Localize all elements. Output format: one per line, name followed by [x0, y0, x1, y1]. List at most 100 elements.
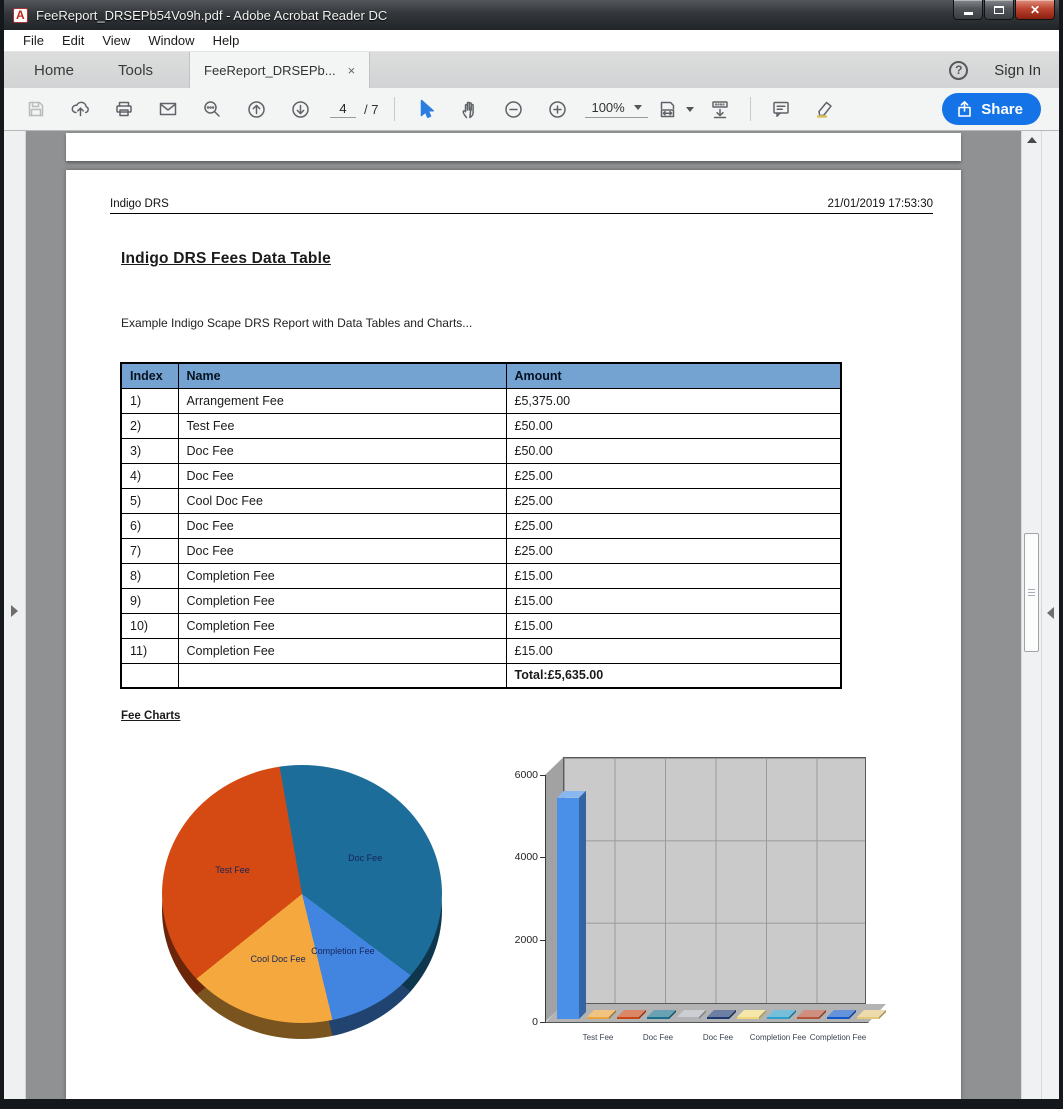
- y-axis-tick: [540, 775, 546, 776]
- bar-front-face: [617, 1017, 639, 1019]
- cell-amount: £15.00: [506, 563, 841, 588]
- scrollbar-thumb[interactable]: [1024, 533, 1039, 652]
- title-bar[interactable]: FeeReport_DRSEPb54Vo9h.pdf - Adobe Acrob…: [4, 0, 1059, 30]
- tab-document[interactable]: FeeReport_DRSEPb... ×: [189, 52, 370, 88]
- help-icon[interactable]: ?: [949, 61, 968, 80]
- save-icon: [26, 99, 46, 119]
- pdf-header-left: Indigo DRS: [110, 198, 169, 210]
- highlight-icon: [814, 99, 835, 120]
- maximize-button[interactable]: [984, 0, 1014, 20]
- cell-index: 8): [121, 563, 178, 588]
- search-button[interactable]: [190, 92, 234, 126]
- toolbar: 4 / 7 100%: [4, 88, 1059, 131]
- print-button[interactable]: [102, 92, 146, 126]
- scroll-up-icon[interactable]: [1022, 131, 1041, 148]
- table-header-row: Index Name Amount: [121, 363, 841, 388]
- table-total-row: Total:£5,635.00: [121, 663, 841, 688]
- upload-cloud-icon: [70, 99, 91, 119]
- minimize-icon: [964, 12, 973, 15]
- cell-name: Test Fee: [178, 413, 506, 438]
- table-row: 4)Doc Fee£25.00: [121, 463, 841, 488]
- reading-mode-button[interactable]: [698, 92, 742, 126]
- toolbar-divider: [394, 97, 395, 121]
- comment-button[interactable]: [759, 92, 803, 126]
- zoom-level-dropdown[interactable]: 100%: [585, 100, 647, 118]
- select-tool-button[interactable]: [403, 92, 447, 126]
- navigation-pane-strip[interactable]: [4, 131, 26, 1099]
- fee-bar-chart: 0200040006000Test FeeDoc FeeDoc FeeCompl…: [515, 745, 975, 1075]
- window-title: FeeReport_DRSEPb54Vo9h.pdf - Adobe Acrob…: [36, 8, 387, 23]
- cell-index: 10): [121, 613, 178, 638]
- y-axis-tick: [540, 940, 546, 941]
- hand-tool-button[interactable]: [447, 92, 491, 126]
- table-row: 9)Completion Fee£15.00: [121, 588, 841, 613]
- cell-amount: £25.00: [506, 513, 841, 538]
- minimize-button[interactable]: [953, 0, 983, 20]
- previous-page-button[interactable]: [234, 92, 278, 126]
- table-row: 10)Completion Fee£15.00: [121, 613, 841, 638]
- upload-cloud-button[interactable]: [58, 92, 102, 126]
- nav-pane-expand-icon[interactable]: [11, 605, 18, 617]
- table-row: 5)Cool Doc Fee£25.00: [121, 488, 841, 513]
- x-axis-tick-label: Doc Fee: [626, 1033, 690, 1043]
- cell-index: 4): [121, 463, 178, 488]
- page-number-input[interactable]: 4: [330, 101, 356, 118]
- y-axis-tick-label: 0: [512, 1016, 538, 1028]
- cell-index: 2): [121, 413, 178, 438]
- menu-edit[interactable]: Edit: [53, 33, 93, 48]
- bar-front-face: [767, 1017, 789, 1019]
- pdf-title: Indigo DRS Fees Data Table: [121, 250, 331, 268]
- cell-index: 3): [121, 438, 178, 463]
- share-button[interactable]: Share: [942, 93, 1041, 125]
- table-total-amount: Total:£5,635.00: [506, 663, 841, 688]
- cell-amount: £25.00: [506, 538, 841, 563]
- table-row: 6)Doc Fee£25.00: [121, 513, 841, 538]
- tools-pane-strip[interactable]: [1041, 131, 1059, 1099]
- email-button[interactable]: [146, 92, 190, 126]
- sign-in-button[interactable]: Sign In: [994, 62, 1041, 79]
- fit-width-button[interactable]: [654, 92, 698, 126]
- pie-slice-label: Doc Fee: [348, 853, 382, 863]
- menu-help[interactable]: Help: [204, 33, 249, 48]
- table-row: 1)Arrangement Fee£5,375.00: [121, 388, 841, 413]
- page-up-icon: [246, 99, 267, 120]
- vertical-scrollbar[interactable]: [1021, 131, 1041, 1099]
- pie-slice-label: Test Fee: [215, 865, 250, 875]
- chevron-down-icon: [686, 107, 694, 112]
- acrobat-window: FeeReport_DRSEPb54Vo9h.pdf - Adobe Acrob…: [0, 0, 1063, 1109]
- tab-tools[interactable]: Tools: [96, 52, 175, 88]
- cell-index: 6): [121, 513, 178, 538]
- zoom-in-button[interactable]: [535, 92, 579, 126]
- table-row: 7)Doc Fee£25.00: [121, 538, 841, 563]
- cell-name: Completion Fee: [178, 563, 506, 588]
- highlight-button[interactable]: [803, 92, 847, 126]
- next-page-button[interactable]: [278, 92, 322, 126]
- search-icon: [202, 99, 222, 119]
- tab-close-icon[interactable]: ×: [348, 63, 356, 78]
- pdf-page: Indigo DRS 21/01/2019 17:53:30 Indigo DR…: [66, 170, 961, 1099]
- save-button[interactable]: [14, 92, 58, 126]
- y-axis-tick-label: 4000: [512, 851, 538, 863]
- bar-chart-plot-area: [563, 757, 866, 1004]
- zoom-out-button[interactable]: [491, 92, 535, 126]
- zoom-in-icon: [547, 99, 568, 120]
- cell-name: Doc Fee: [178, 438, 506, 463]
- menu-view[interactable]: View: [93, 33, 139, 48]
- pie-slice-label: Completion Fee: [311, 946, 375, 956]
- page-count-label: / 7: [364, 102, 378, 117]
- column-header-amount: Amount: [506, 363, 841, 388]
- hand-tool-icon: [459, 99, 480, 120]
- close-button[interactable]: ✕: [1015, 0, 1055, 20]
- tab-home[interactable]: Home: [12, 52, 96, 88]
- tools-pane-collapse-icon[interactable]: [1047, 607, 1054, 619]
- menu-file[interactable]: File: [14, 33, 53, 48]
- page-down-icon: [290, 99, 311, 120]
- cell-name: Completion Fee: [178, 638, 506, 663]
- cell-amount: £25.00: [506, 488, 841, 513]
- table-row: 8)Completion Fee£15.00: [121, 563, 841, 588]
- column-header-name: Name: [178, 363, 506, 388]
- fees-table: Index Name Amount 1)Arrangement Fee£5,37…: [120, 362, 842, 689]
- menu-window[interactable]: Window: [139, 33, 203, 48]
- bar-front-face: [797, 1017, 819, 1019]
- cell-index: 9): [121, 588, 178, 613]
